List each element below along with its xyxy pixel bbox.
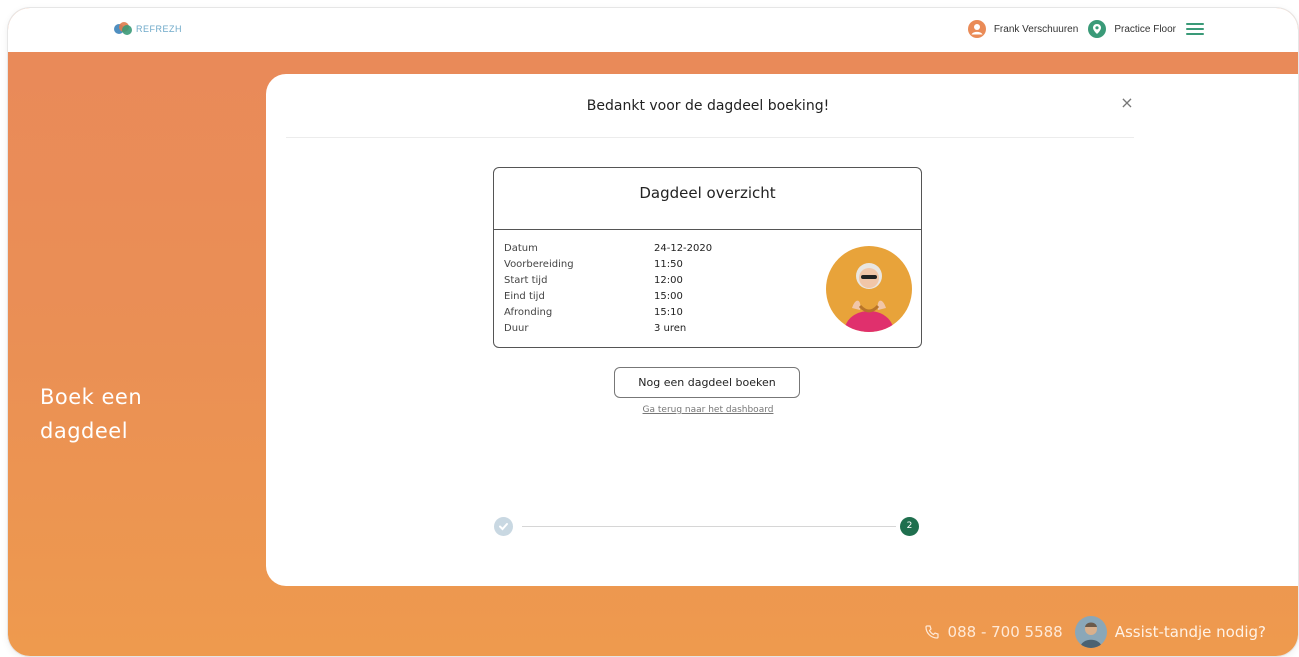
location-pin-icon[interactable]	[1088, 20, 1107, 38]
page-heading-line1: Boek een	[40, 385, 143, 409]
location-name[interactable]: Practice Floor	[1114, 24, 1176, 35]
row-value: 24-12-2020	[654, 243, 713, 254]
page-heading-line2: dagdeel	[40, 419, 129, 443]
row-datum: Datum 24-12-2020	[504, 241, 712, 257]
row-value: 15:00	[654, 291, 683, 302]
menu-icon[interactable]	[1186, 23, 1204, 35]
host-avatar	[826, 246, 912, 332]
user-name[interactable]: Frank Verschuuren	[994, 24, 1079, 35]
panel-title: Bedankt voor de dagdeel boeking!	[586, 98, 830, 114]
phone-icon	[924, 625, 939, 639]
phone-number[interactable]: 088 - 700 5588	[948, 623, 1063, 641]
overview-card-title: Dagdeel overzicht	[494, 168, 921, 230]
row-label: Datum	[504, 243, 538, 254]
row-duur: Duur 3 uren	[504, 321, 712, 337]
overview-rows: Datum 24-12-2020 Voorbereiding 11:50 Sta…	[504, 241, 712, 337]
row-afronding: Afronding 15:10	[504, 305, 712, 321]
checkmark-icon	[499, 523, 508, 531]
divider	[286, 137, 1134, 138]
assist-avatar[interactable]	[1074, 616, 1107, 648]
assist-link[interactable]: Assist-tandje nodig?	[1115, 623, 1266, 641]
row-label: Start tijd	[504, 275, 548, 286]
host-avatar-image	[826, 246, 912, 332]
row-value: 11:50	[654, 259, 683, 270]
row-value: 3 uren	[654, 323, 687, 334]
row-eind-tijd: Eind tijd 15:00	[504, 289, 712, 305]
footer-contact: 088 - 700 5588 Assist-tandje nodig?	[924, 616, 1266, 648]
user-icon[interactable]	[967, 20, 986, 38]
close-button[interactable]: ×	[1116, 92, 1138, 114]
row-value: 12:00	[654, 275, 683, 286]
booking-confirmation-panel: Bedankt voor de dagdeel boeking! × Dagde…	[266, 74, 1298, 586]
overview-card: Dagdeel overzicht Datum 24-12-2020 Voorb…	[493, 167, 922, 348]
logo-text: REFREZH	[136, 24, 182, 34]
book-another-button[interactable]: Nog een dagdeel boeken	[614, 367, 800, 398]
step-progress-line	[522, 526, 896, 527]
back-to-dashboard-link[interactable]: Ga terug naar het dashboard	[266, 405, 1150, 415]
top-bar: REFREZH Frank Verschuuren Practice Floor	[8, 8, 1298, 52]
user-area: Frank Verschuuren Practice Floor	[967, 20, 1204, 38]
row-voorbereiding: Voorbereiding 11:50	[504, 257, 712, 273]
step-1-completed	[494, 517, 513, 536]
step-2-current: 2	[900, 517, 919, 536]
logo[interactable]: REFREZH	[113, 22, 182, 36]
app-frame: REFREZH Frank Verschuuren Practice Floor…	[8, 8, 1298, 656]
row-start-tijd: Start tijd 12:00	[504, 273, 712, 289]
logo-icon	[114, 22, 132, 35]
assist-avatar-image	[1074, 616, 1107, 648]
row-label: Eind tijd	[504, 291, 545, 302]
row-label: Voorbereiding	[504, 259, 574, 270]
row-label: Duur	[504, 323, 529, 334]
row-label: Afronding	[504, 307, 553, 318]
row-value: 15:10	[654, 307, 683, 318]
footer: 088 - 700 5588 Assist-tandje nodig?	[8, 604, 1298, 654]
page-heading: Boek een dagdeel	[40, 380, 240, 448]
